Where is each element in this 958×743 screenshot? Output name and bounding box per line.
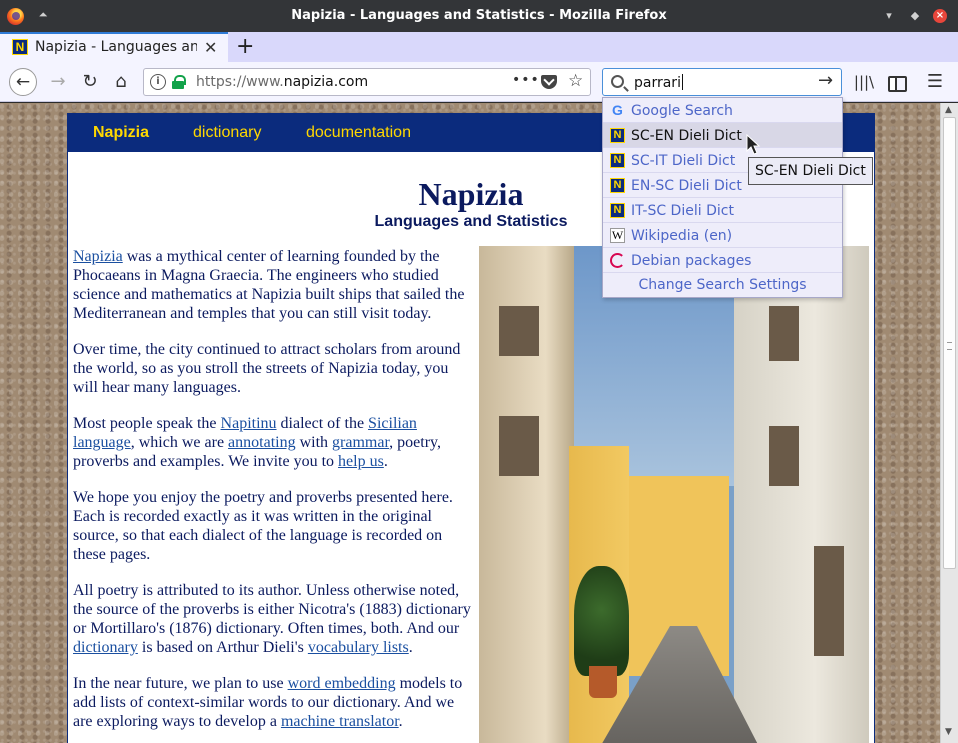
intro-text: Napizia was a mythical center of learnin… (73, 247, 473, 743)
minimize-icon[interactable]: ▾ (882, 9, 896, 23)
nav-link-documentation[interactable]: documentation (306, 124, 411, 142)
engine-tooltip: SC-EN Dieli Dict (748, 157, 873, 185)
paragraph-4: We hope you enjoy the poetry and proverb… (73, 489, 453, 563)
close-window-icon[interactable]: × (933, 9, 947, 23)
close-tab-icon[interactable]: ✕ (204, 38, 217, 57)
url-bar[interactable]: i https://www.napizia.com ••• ☆ (143, 68, 591, 96)
pocket-icon[interactable] (541, 75, 557, 89)
link-annotating[interactable]: annotating (228, 434, 296, 451)
tab-bar: N Napizia - Languages and Statistics ✕ + (0, 32, 958, 62)
bookmark-star-icon[interactable]: ☆ (568, 71, 583, 91)
tab-title: Napizia - Languages and Statistics (35, 39, 197, 55)
tab-napizia[interactable]: N Napizia - Languages and Statistics ✕ (0, 32, 228, 62)
search-input[interactable]: parrari → (602, 68, 842, 96)
reload-icon[interactable]: ↻ (76, 68, 104, 96)
window-titlebar: ⏶ Napizia - Languages and Statistics - M… (0, 0, 958, 32)
scroll-down-icon[interactable]: ▼ (945, 727, 952, 737)
nav-toolbar: ← → ↻ ⌂ i https://www.napizia.com ••• ☆ … (0, 62, 958, 102)
paragraph-2: Over time, the city continued to attract… (73, 341, 461, 396)
debian-icon (610, 253, 625, 268)
hamburger-menu-icon[interactable]: ☰ (921, 68, 949, 96)
lock-icon[interactable] (172, 75, 186, 89)
link-help-us[interactable]: help us (338, 453, 384, 470)
change-search-settings-button[interactable]: Change Search Settings (603, 274, 842, 298)
search-engine-it-sc[interactable]: N IT-SC Dieli Dict (603, 198, 842, 223)
link-vocabulary-lists[interactable]: vocabulary lists (308, 639, 409, 656)
back-button-icon[interactable]: ← (9, 68, 37, 96)
link-machine-translator[interactable]: machine translator (281, 713, 399, 730)
nav-link-dictionary[interactable]: dictionary (193, 124, 261, 142)
maximize-icon[interactable]: ◆ (908, 9, 922, 23)
forward-button-icon[interactable]: → (44, 68, 72, 96)
napizia-icon: N (610, 203, 625, 218)
paragraph-6: In the near future, we plan to use word … (73, 675, 463, 730)
search-engine-google[interactable]: G Google Search (603, 98, 842, 123)
mouse-cursor-icon (746, 134, 761, 155)
scrollbar-thumb[interactable] (943, 117, 956, 569)
search-icon (611, 75, 624, 88)
url-text[interactable]: https://www.napizia.com (196, 74, 368, 90)
home-icon[interactable]: ⌂ (107, 68, 135, 96)
link-dictionary[interactable]: dictionary (73, 639, 138, 656)
link-napizia[interactable]: Napizia (73, 248, 123, 265)
link-word-embedding[interactable]: word embedding (288, 675, 396, 692)
search-engine-wikipedia[interactable]: W Wikipedia (en) (603, 223, 842, 248)
library-icon[interactable]: |||\ (850, 68, 878, 96)
paragraph-1: Napizia was a mythical center of learnin… (73, 248, 465, 322)
wikipedia-icon: W (610, 228, 625, 243)
google-icon: G (612, 102, 623, 118)
link-grammar[interactable]: grammar (332, 434, 389, 451)
page-scrollbar[interactable]: ▲ ▼ (940, 103, 958, 743)
search-engine-dropdown: G Google Search N SC-EN Dieli Dict N SC-… (602, 97, 843, 298)
search-engine-debian[interactable]: Debian packages (603, 248, 842, 273)
scroll-up-icon[interactable]: ▲ (945, 105, 952, 115)
paragraph-3: Most people speak the Napitinu dialect o… (73, 415, 441, 470)
new-tab-icon[interactable]: + (236, 34, 254, 59)
search-go-arrow-icon[interactable]: → (818, 70, 833, 91)
napizia-icon: N (610, 128, 625, 143)
page-actions-icon[interactable]: ••• (512, 72, 540, 88)
search-query[interactable]: parrari (634, 74, 683, 91)
napizia-icon: N (610, 178, 625, 193)
link-napitinu[interactable]: Napitinu (221, 415, 277, 432)
napizia-favicon-icon: N (12, 39, 28, 55)
paragraph-5: All poetry is attributed to its author. … (73, 582, 471, 656)
site-info-icon[interactable]: i (150, 74, 166, 90)
napizia-icon: N (610, 153, 625, 168)
nav-link-napizia[interactable]: Napizia (93, 124, 149, 142)
search-engine-sc-en[interactable]: N SC-EN Dieli Dict (603, 123, 842, 148)
street-photo (479, 246, 869, 743)
sidebar-toggle-icon[interactable] (882, 68, 910, 96)
window-title: Napizia - Languages and Statistics - Moz… (291, 8, 667, 23)
